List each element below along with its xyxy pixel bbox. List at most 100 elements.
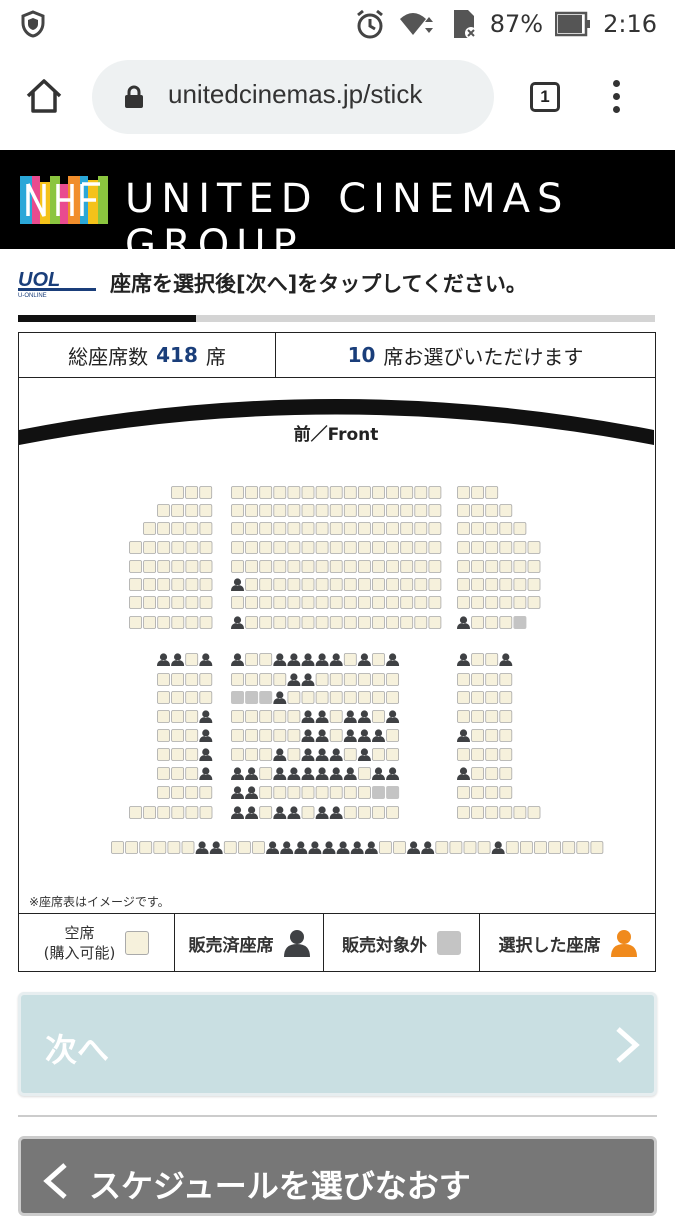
available-seat[interactable] xyxy=(157,806,171,819)
available-seat[interactable] xyxy=(435,841,449,854)
available-seat[interactable] xyxy=(129,616,142,629)
available-seat[interactable] xyxy=(157,748,170,761)
available-seat[interactable] xyxy=(329,578,343,591)
available-seat[interactable] xyxy=(171,806,185,819)
available-seat[interactable] xyxy=(185,729,199,742)
available-seat[interactable] xyxy=(499,578,513,591)
available-seat[interactable] xyxy=(171,673,185,686)
available-seat[interactable] xyxy=(237,841,251,854)
available-seat[interactable] xyxy=(315,541,329,554)
available-seat[interactable] xyxy=(199,673,213,686)
available-seat[interactable] xyxy=(471,691,485,704)
available-seat[interactable] xyxy=(259,767,273,780)
available-seat[interactable] xyxy=(171,486,184,499)
available-seat[interactable] xyxy=(231,486,244,499)
available-seat[interactable] xyxy=(171,691,185,704)
available-seat[interactable] xyxy=(259,616,273,629)
available-seat[interactable] xyxy=(287,486,301,499)
available-seat[interactable] xyxy=(245,504,259,517)
available-seat[interactable] xyxy=(245,541,259,554)
available-seat[interactable] xyxy=(513,560,527,573)
available-seat[interactable] xyxy=(400,616,414,629)
available-seat[interactable] xyxy=(315,578,329,591)
available-seat[interactable] xyxy=(485,767,499,780)
available-seat[interactable] xyxy=(157,522,171,535)
available-seat[interactable] xyxy=(457,691,470,704)
available-seat[interactable] xyxy=(329,673,343,686)
available-seat[interactable] xyxy=(301,786,315,799)
available-seat[interactable] xyxy=(372,748,385,761)
available-seat[interactable] xyxy=(527,541,541,554)
available-seat[interactable] xyxy=(231,596,244,609)
available-seat[interactable] xyxy=(181,841,195,854)
available-seat[interactable] xyxy=(139,841,153,854)
available-seat[interactable] xyxy=(273,786,287,799)
available-seat[interactable] xyxy=(513,541,527,554)
available-seat[interactable] xyxy=(393,841,406,854)
available-seat[interactable] xyxy=(287,560,301,573)
available-seat[interactable] xyxy=(259,729,273,742)
available-seat[interactable] xyxy=(357,806,371,819)
available-seat[interactable] xyxy=(428,504,442,517)
available-seat[interactable] xyxy=(428,616,442,629)
available-seat[interactable] xyxy=(534,841,547,854)
available-seat[interactable] xyxy=(287,691,301,704)
available-seat[interactable] xyxy=(457,806,470,819)
available-seat[interactable] xyxy=(245,748,259,761)
available-seat[interactable] xyxy=(231,748,244,761)
available-seat[interactable] xyxy=(231,541,244,554)
available-seat[interactable] xyxy=(372,806,385,819)
available-seat[interactable] xyxy=(477,841,491,854)
available-seat[interactable] xyxy=(185,596,199,609)
available-seat[interactable] xyxy=(329,729,343,742)
available-seat[interactable] xyxy=(185,767,199,780)
available-seat[interactable] xyxy=(185,786,199,799)
available-seat[interactable] xyxy=(143,806,156,819)
available-seat[interactable] xyxy=(485,596,499,609)
available-seat[interactable] xyxy=(273,616,287,629)
available-seat[interactable] xyxy=(513,596,527,609)
available-seat[interactable] xyxy=(287,522,301,535)
available-seat[interactable] xyxy=(386,616,400,629)
available-seat[interactable] xyxy=(259,653,273,666)
available-seat[interactable] xyxy=(143,541,156,554)
available-seat[interactable] xyxy=(185,653,199,666)
available-seat[interactable] xyxy=(329,786,343,799)
available-seat[interactable] xyxy=(329,486,343,499)
available-seat[interactable] xyxy=(301,616,315,629)
available-seat[interactable] xyxy=(245,522,259,535)
available-seat[interactable] xyxy=(171,786,185,799)
available-seat[interactable] xyxy=(357,691,371,704)
available-seat[interactable] xyxy=(259,786,273,799)
available-seat[interactable] xyxy=(129,596,142,609)
available-seat[interactable] xyxy=(548,841,561,854)
available-seat[interactable] xyxy=(499,522,513,535)
available-seat[interactable] xyxy=(301,522,315,535)
available-seat[interactable] xyxy=(357,673,371,686)
available-seat[interactable] xyxy=(301,596,315,609)
available-seat[interactable] xyxy=(485,691,499,704)
available-seat[interactable] xyxy=(259,710,273,723)
available-seat[interactable] xyxy=(171,522,185,535)
available-seat[interactable] xyxy=(231,673,244,686)
available-seat[interactable] xyxy=(125,841,138,854)
available-seat[interactable] xyxy=(485,673,499,686)
available-seat[interactable] xyxy=(171,560,185,573)
available-seat[interactable] xyxy=(457,560,470,573)
available-seat[interactable] xyxy=(171,616,185,629)
available-seat[interactable] xyxy=(231,710,244,723)
home-icon[interactable] xyxy=(24,78,64,114)
available-seat[interactable] xyxy=(171,748,185,761)
available-seat[interactable] xyxy=(329,691,343,704)
available-seat[interactable] xyxy=(343,748,357,761)
available-seat[interactable] xyxy=(499,748,513,761)
available-seat[interactable] xyxy=(171,729,185,742)
available-seat[interactable] xyxy=(485,729,499,742)
available-seat[interactable] xyxy=(199,691,213,704)
available-seat[interactable] xyxy=(485,786,499,799)
available-seat[interactable] xyxy=(199,786,213,799)
available-seat[interactable] xyxy=(471,729,485,742)
available-seat[interactable] xyxy=(329,596,343,609)
available-seat[interactable] xyxy=(386,691,400,704)
available-seat[interactable] xyxy=(143,596,156,609)
